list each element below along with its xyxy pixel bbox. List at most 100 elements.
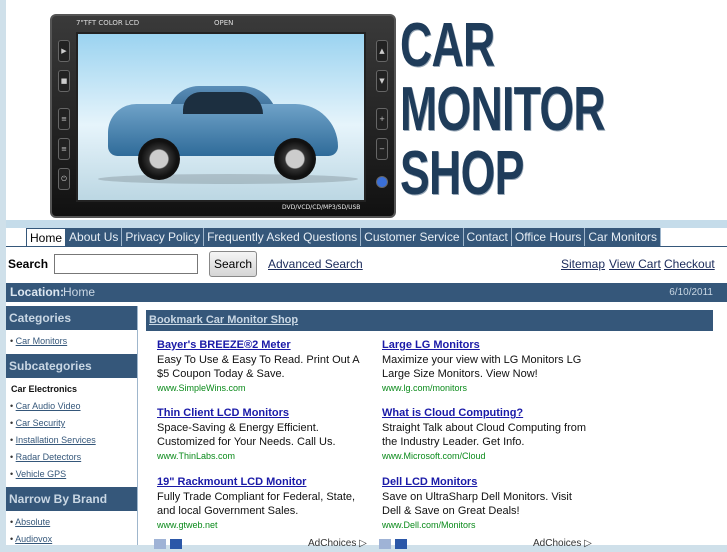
sidebar-item-car-monitors: • Car Monitors (10, 336, 68, 346)
tab-privacy-policy[interactable]: Privacy Policy (122, 228, 205, 246)
ad-text: Straight Talk about Cloud Computing from… (382, 422, 587, 448)
page-frame: 7"TFT COLOR LCD OPEN ▶ ■ ≡ ≡ ⏻ ▲ ▼ + − D… (6, 0, 727, 549)
search-label: Search (8, 257, 49, 271)
search-input[interactable] (54, 254, 198, 274)
main-content: Bookmark Car Monitor Shop Bayer's BREEZE… (146, 310, 716, 549)
sidebar-link[interactable]: Car Audio Video (16, 401, 81, 411)
brands-heading: Narrow By Brand (6, 487, 137, 511)
ad-block: Dell LCD Monitors Save on UltraSharp Del… (382, 475, 592, 532)
ad-title-link[interactable]: Dell LCD Monitors (382, 475, 592, 489)
site-header: 7"TFT COLOR LCD OPEN ▶ ■ ≡ ≡ ⏻ ▲ ▼ + − D… (6, 0, 727, 228)
adchoices-link[interactable]: AdChoices ▷ (533, 538, 592, 549)
main-nav: Home About Us Privacy Policy Frequently … (26, 228, 662, 246)
ad-next-icon[interactable] (170, 539, 182, 549)
ad-url[interactable]: www.Microsoft.com/Cloud (382, 450, 592, 463)
monitor-stop-icon: ■ (58, 70, 70, 92)
ad-next-icon[interactable] (395, 539, 407, 549)
monitor-button-icon: ≡ (58, 108, 70, 130)
sidebar-link[interactable]: Vehicle GPS (16, 469, 67, 479)
ad-url[interactable]: www.SimpleWins.com (157, 382, 367, 395)
monitor-button-icon: ≡ (58, 138, 70, 160)
site-logo: CAR MONITOR SHOP (400, 11, 606, 208)
tab-home[interactable]: Home (26, 228, 67, 246)
ad-text: Save on UltraSharp Dell Monitors. Visit … (382, 491, 572, 517)
sitemap-link[interactable]: Sitemap (561, 257, 605, 271)
tab-about-us[interactable]: About Us (66, 228, 123, 246)
adchoices-label: AdChoices (533, 538, 582, 549)
categories-heading: Categories (6, 306, 137, 330)
sidebar-link[interactable]: Installation Services (16, 435, 96, 445)
nav-divider (6, 246, 727, 247)
adchoices-label: AdChoices (308, 538, 357, 549)
subcategory-group: Car Electronics (11, 384, 78, 394)
ad-url[interactable]: www.Dell.com/Monitors (382, 519, 592, 532)
advanced-search-link[interactable]: Advanced Search (268, 257, 363, 271)
ad-url[interactable]: www.ThinLabs.com (157, 450, 367, 463)
ad-url[interactable]: www.gtweb.net (157, 519, 367, 532)
ad-title-link[interactable]: Thin Client LCD Monitors (157, 406, 367, 420)
ad-title-link[interactable]: 19" Rackmount LCD Monitor (157, 475, 367, 489)
monitor-power-icon: ⏻ (58, 168, 70, 190)
sidebar-item-absolute: • Absolute (10, 517, 51, 527)
logo-line: SHOP (400, 139, 524, 208)
logo-line: MONITOR (400, 75, 606, 144)
sidebar-item-vehicle-gps: • Vehicle GPS (10, 469, 67, 479)
sidebar-link[interactable]: Absolute (15, 517, 50, 527)
monitor-screen (76, 32, 366, 202)
ad-title-link[interactable]: Large LG Monitors (382, 338, 592, 352)
tab-car-monitors[interactable]: Car Monitors (585, 228, 662, 246)
ad-prev-icon[interactable] (379, 539, 391, 549)
car-wheel (274, 138, 316, 180)
sidebar-item-car-audio-video: • Car Audio Video (10, 401, 81, 411)
sidebar-link[interactable]: Audiovox (15, 534, 52, 544)
monitor-bottom-label: DVD/VCD/CD/MP3/SD/USB (282, 204, 361, 211)
search-button[interactable]: Search (209, 251, 257, 277)
tab-faq[interactable]: Frequently Asked Questions (204, 228, 362, 246)
car-wheel (138, 138, 180, 180)
sidebar-link[interactable]: Car Security (16, 418, 66, 428)
car-monitor-image: 7"TFT COLOR LCD OPEN ▶ ■ ≡ ≡ ⏻ ▲ ▼ + − D… (50, 14, 396, 218)
logo-line: CAR (400, 11, 495, 80)
monitor-volume-down-icon: − (376, 138, 388, 160)
ad-url[interactable]: www.lg.com/monitors (382, 382, 592, 395)
ad-text: Space-Saving & Energy Efficient. Customi… (157, 422, 336, 448)
ad-block: Large LG Monitors Maximize your view wit… (382, 338, 592, 395)
tab-customer-service[interactable]: Customer Service (361, 228, 464, 246)
monitor-volume-up-icon: + (376, 108, 388, 130)
ad-block: What is Cloud Computing? Straight Talk a… (382, 406, 592, 463)
view-cart-link[interactable]: View Cart (609, 257, 661, 271)
sidebar-link[interactable]: Radar Detectors (16, 452, 82, 462)
tab-contact[interactable]: Contact (463, 228, 512, 246)
location-value: Home (63, 285, 96, 299)
checkout-link[interactable]: Checkout (664, 257, 715, 271)
sidebar-link[interactable]: Car Monitors (16, 336, 68, 346)
monitor-label-open: OPEN (214, 19, 234, 27)
header-divider (6, 220, 727, 228)
sidebar: Categories • Car Monitors Subcategories … (6, 306, 138, 545)
sidebar-item-installation-services: • Installation Services (10, 435, 96, 445)
ad-block: Bayer's BREEZE®2 Meter Easy To Use & Eas… (157, 338, 367, 395)
ad-title-link[interactable]: Bayer's BREEZE®2 Meter (157, 338, 367, 352)
ad-text: Fully Trade Compliant for Federal, State… (157, 491, 356, 517)
ad-block: 19" Rackmount LCD Monitor Fully Trade Co… (157, 475, 367, 532)
monitor-up-icon: ▲ (376, 40, 388, 62)
location-date: 6/10/2011 (669, 287, 713, 298)
ad-title-link[interactable]: What is Cloud Computing? (382, 406, 592, 420)
monitor-down-icon: ▼ (376, 70, 388, 92)
ad-text: Easy To Use & Easy To Read. Print Out A … (157, 354, 359, 380)
sidebar-item-radar-detectors: • Radar Detectors (10, 452, 82, 462)
ad-text: Maximize your view with LG Monitors LG L… (382, 354, 582, 380)
bookmark-link[interactable]: Bookmark Car Monitor Shop (146, 310, 713, 331)
subcategories-heading: Subcategories (6, 354, 137, 378)
adchoices-link[interactable]: AdChoices ▷ (308, 538, 367, 549)
location-label: Location: (10, 285, 64, 299)
ad-prev-icon[interactable] (154, 539, 166, 549)
car-window (183, 92, 263, 114)
tab-office-hours[interactable]: Office Hours (511, 228, 586, 246)
sidebar-item-audiovox: • Audiovox (10, 534, 53, 544)
monitor-light-icon (376, 176, 388, 188)
monitor-label-lcd: 7"TFT COLOR LCD (76, 19, 140, 27)
monitor-play-icon: ▶ (58, 40, 70, 62)
location-bar: Location: Home 6/10/2011 (6, 283, 727, 302)
ad-block: Thin Client LCD Monitors Space-Saving & … (157, 406, 367, 463)
